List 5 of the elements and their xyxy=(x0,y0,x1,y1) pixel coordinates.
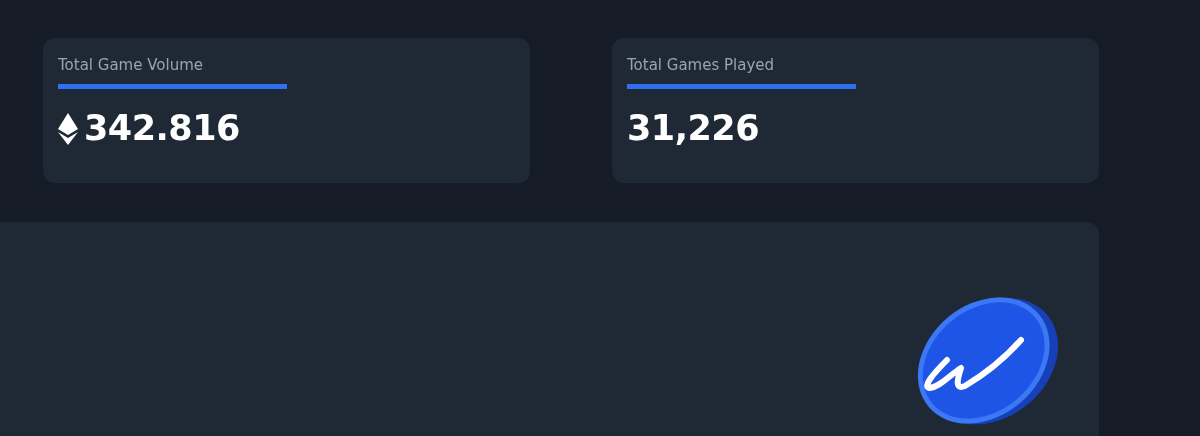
stat-value: 342.816 xyxy=(84,111,240,146)
stat-label: Total Game Volume xyxy=(58,55,204,75)
stat-value: 31,226 xyxy=(627,111,760,146)
ethereum-icon xyxy=(58,112,78,145)
stat-label: Total Games Played xyxy=(627,55,776,75)
